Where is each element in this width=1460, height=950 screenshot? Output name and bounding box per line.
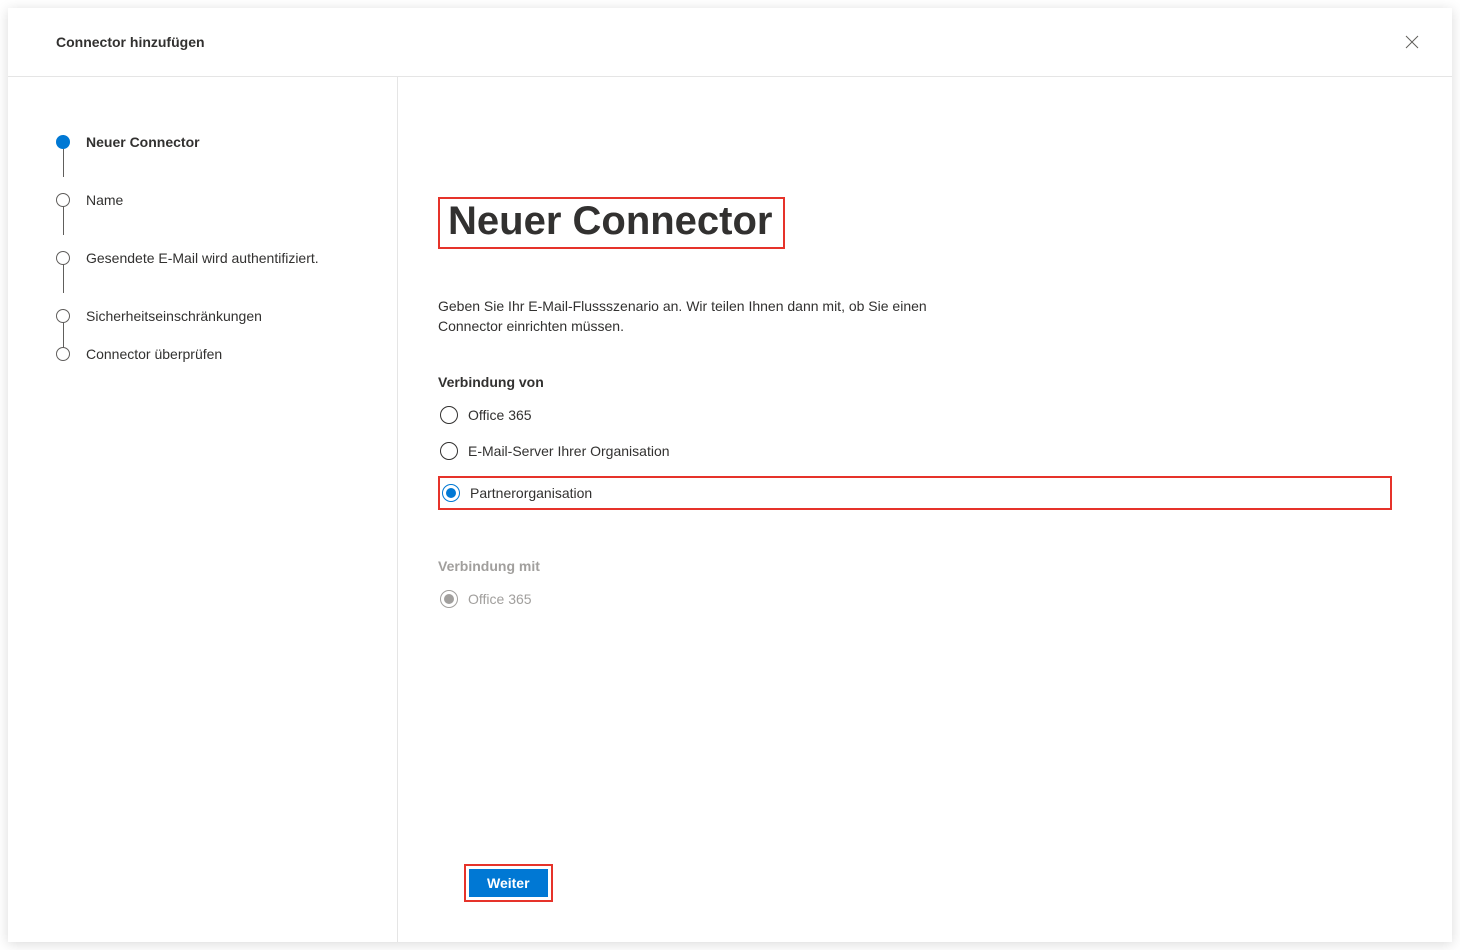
page-description: Geben Sie Ihr E-Mail-Flussszenario an. W…	[438, 297, 978, 336]
radio-icon	[440, 590, 458, 608]
wizard-sidebar: Neuer Connector Name Gesendete E-Mail wi…	[8, 77, 398, 942]
radio-icon	[442, 484, 460, 502]
next-button-highlight: Weiter	[464, 864, 553, 902]
dialog-header: Connector hinzufügen	[8, 8, 1452, 77]
page-title: Neuer Connector	[448, 201, 773, 241]
step-marker-icon	[56, 193, 70, 207]
dialog-container: Connector hinzufügen Neuer Connector Nam…	[8, 8, 1452, 942]
radio-email-server[interactable]: E-Mail-Server Ihrer Organisation	[438, 440, 1392, 462]
step-label: Neuer Connector	[86, 133, 200, 151]
radio-label: E-Mail-Server Ihrer Organisation	[468, 443, 670, 459]
section-from-label: Verbindung von	[438, 374, 1392, 390]
step-item-neuer-connector[interactable]: Neuer Connector	[56, 113, 373, 171]
step-label: Sicherheitseinschränkungen	[86, 307, 262, 325]
step-label: Gesendete E-Mail wird authentifiziert.	[86, 249, 319, 267]
radio-office365-from[interactable]: Office 365	[438, 404, 1392, 426]
radio-office365-to: Office 365	[438, 588, 1392, 610]
step-marker-icon	[56, 135, 70, 149]
main-content: Neuer Connector Geben Sie Ihr E-Mail-Flu…	[438, 197, 1392, 864]
step-item-security[interactable]: Sicherheitseinschränkungen	[56, 287, 373, 345]
radio-group-to: Office 365	[438, 588, 1392, 610]
radio-icon	[440, 406, 458, 424]
title-highlight: Neuer Connector	[438, 197, 785, 249]
radio-wrapper: E-Mail-Server Ihrer Organisation	[438, 440, 1392, 462]
step-label: Name	[86, 191, 123, 209]
step-item-review[interactable]: Connector überprüfen	[56, 345, 373, 371]
section-to-label: Verbindung mit	[438, 558, 1392, 574]
main-panel: Neuer Connector Geben Sie Ihr E-Mail-Flu…	[398, 77, 1452, 942]
step-marker-icon	[56, 347, 70, 361]
close-icon	[1405, 35, 1419, 49]
step-marker-icon	[56, 251, 70, 265]
step-label: Connector überprüfen	[86, 345, 222, 363]
radio-label: Office 365	[468, 591, 532, 607]
close-button[interactable]	[1396, 26, 1428, 58]
radio-label: Partnerorganisation	[470, 485, 592, 501]
radio-label: Office 365	[468, 407, 532, 423]
radio-wrapper: Office 365	[438, 588, 1392, 610]
next-button[interactable]: Weiter	[469, 869, 548, 897]
radio-wrapper: Partnerorganisation	[438, 476, 1392, 510]
radio-wrapper: Office 365	[438, 404, 1392, 426]
dialog-title: Connector hinzufügen	[56, 34, 205, 50]
radio-partner-org[interactable]: Partnerorganisation	[438, 476, 1392, 510]
step-item-name[interactable]: Name	[56, 171, 373, 229]
radio-group-from: Office 365 E-Mail-Server Ihrer Organisat…	[438, 404, 1392, 510]
dialog-footer: Weiter	[438, 864, 1392, 942]
step-item-auth[interactable]: Gesendete E-Mail wird authentifiziert.	[56, 229, 373, 287]
radio-icon	[440, 442, 458, 460]
dialog-body: Neuer Connector Name Gesendete E-Mail wi…	[8, 77, 1452, 942]
step-list: Neuer Connector Name Gesendete E-Mail wi…	[56, 113, 373, 371]
step-marker-icon	[56, 309, 70, 323]
